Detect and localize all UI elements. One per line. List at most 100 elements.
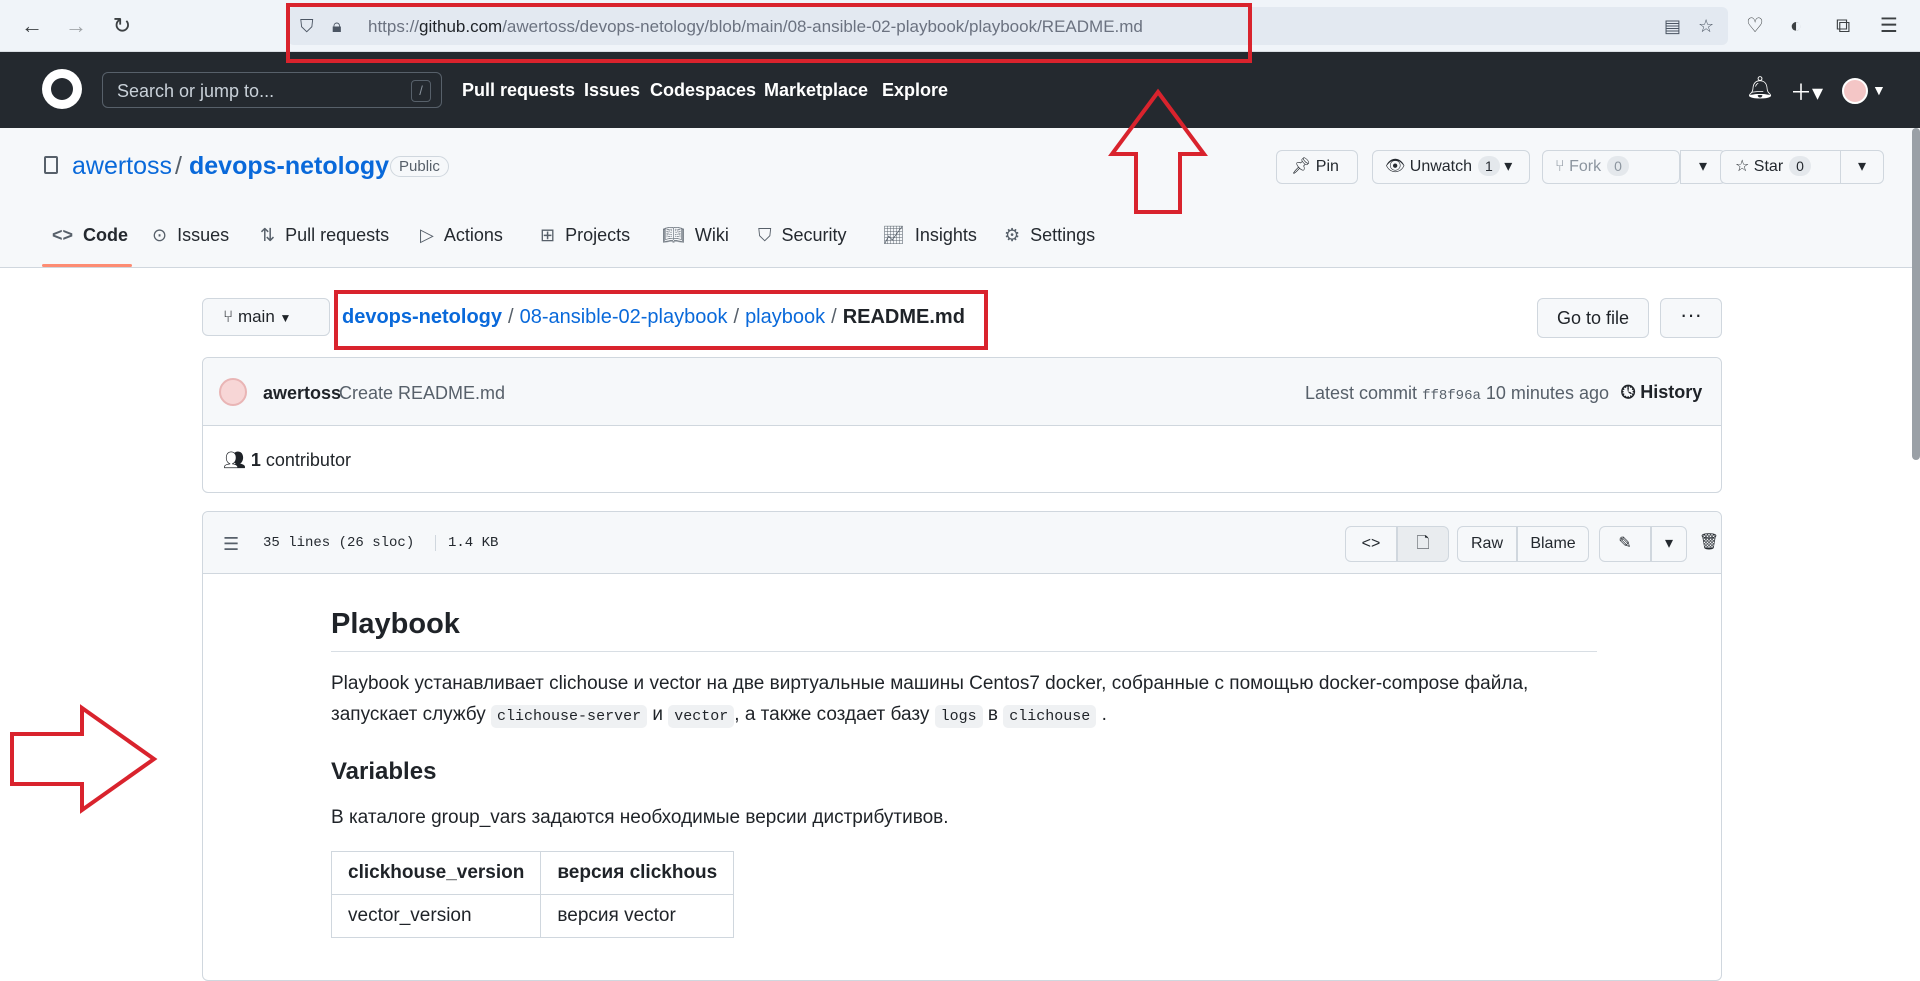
inline-code: logs xyxy=(934,705,983,728)
blame-button[interactable]: Blame xyxy=(1517,526,1589,562)
star-count: 0 xyxy=(1789,156,1811,176)
active-tab-indicator xyxy=(42,264,132,267)
fork-icon: ⑂ xyxy=(1555,158,1565,175)
nav-pull-requests[interactable]: Pull requests xyxy=(462,80,575,101)
latest-commit-row: awertoss Create README.md Latest commit … xyxy=(203,358,1721,426)
search-shortcut-badge: / xyxy=(411,80,431,102)
history-icon: 🕓︎ xyxy=(1621,382,1636,402)
commit-box: awertoss Create README.md Latest commit … xyxy=(202,357,1722,493)
table-cell: vector_version xyxy=(330,894,542,938)
reader-mode-icon[interactable]: ▤ xyxy=(1664,16,1681,37)
chevron-down-icon: ▾ xyxy=(1857,158,1867,175)
issue-icon: ⊙ xyxy=(152,225,168,245)
nav-marketplace[interactable]: Marketplace xyxy=(764,80,868,101)
table-of-contents-icon[interactable]: ☰ xyxy=(223,534,239,555)
code-view-button[interactable]: <> xyxy=(1345,526,1397,562)
pull-request-icon: ⇅ xyxy=(260,225,276,245)
tab-wiki[interactable]: 📖︎ Wiki xyxy=(662,225,729,246)
create-new-plus-icon[interactable]: ＋▾ xyxy=(1790,75,1823,107)
repo-owner-link[interactable]: awertoss xyxy=(72,152,172,181)
chevron-down-icon: ▾ xyxy=(1698,158,1708,175)
notifications-bell-icon[interactable]: 🔔︎ xyxy=(1746,75,1774,101)
nav-explore[interactable]: Explore xyxy=(882,80,948,101)
inline-code: clichouse xyxy=(1003,705,1097,728)
back-icon[interactable]: ← xyxy=(18,12,46,40)
star-dropdown-button[interactable]: ▾ xyxy=(1840,150,1884,184)
history-button[interactable]: 🕓︎ History xyxy=(1621,382,1702,403)
branch-name: main xyxy=(237,307,275,326)
repo-name-link[interactable]: devops-netology xyxy=(189,152,389,181)
inline-code: clichouse-server xyxy=(491,705,648,728)
go-to-file-button[interactable]: Go to file xyxy=(1537,298,1649,338)
search-input[interactable]: Search or jump to... / xyxy=(102,72,442,108)
chevron-down-icon[interactable]: ▼ xyxy=(1872,82,1886,98)
github-logo-icon[interactable] xyxy=(42,69,82,109)
code-icon: <> xyxy=(1361,535,1381,552)
shield-icon: ⛉ xyxy=(758,225,772,245)
nav-issues[interactable]: Issues xyxy=(584,80,640,101)
gear-icon: ⚙ xyxy=(1004,225,1021,245)
branch-selector[interactable]: ⑂ main ▼ xyxy=(202,298,330,336)
eye-icon: 👁︎ xyxy=(1385,158,1406,175)
file-line-count: 35 lines (26 sloc) xyxy=(263,535,415,551)
user-avatar[interactable] xyxy=(1842,78,1868,104)
inline-code: vector xyxy=(668,705,735,728)
forward-icon[interactable]: → xyxy=(62,12,90,40)
avatar[interactable] xyxy=(219,378,247,406)
pin-button[interactable]: 📌︎ Pin xyxy=(1276,150,1358,184)
page-scrollbar[interactable] xyxy=(1912,128,1920,460)
chevron-down-icon: ▾ xyxy=(1504,158,1513,175)
visibility-badge: Public xyxy=(390,156,449,177)
commit-author-link[interactable]: awertoss xyxy=(263,383,341,404)
star-button[interactable]: ☆ Star 0 xyxy=(1720,150,1850,184)
contributors-link[interactable]: 👥︎ 1 contributor xyxy=(223,450,351,471)
unwatch-count: 1 xyxy=(1478,156,1500,176)
more-options-button[interactable]: ··· xyxy=(1660,298,1722,338)
tab-code[interactable]: <> Code xyxy=(52,225,128,246)
code-icon: <> xyxy=(52,225,74,245)
nav-codespaces[interactable]: Codespaces xyxy=(650,80,756,101)
table-row: vector_version версия vector xyxy=(330,894,735,938)
pocket-icon[interactable]: ♡ xyxy=(1746,14,1764,38)
commit-time: 10 minutes ago xyxy=(1485,383,1609,403)
tab-projects[interactable]: ⊞ Projects xyxy=(540,225,630,246)
chevron-down-icon: ▾ xyxy=(1664,535,1674,552)
bookmark-star-icon[interactable]: ☆ xyxy=(1698,16,1714,37)
reload-icon[interactable]: ↻ xyxy=(108,12,136,40)
file-size: 1.4 KB xyxy=(435,535,498,551)
repo-header: awertoss / devops-netology Public 📌︎ Pin… xyxy=(0,128,1920,268)
readme-title: Playbook xyxy=(331,608,1597,652)
raw-button[interactable]: Raw xyxy=(1457,526,1517,562)
tab-pull-requests[interactable]: ⇅ Pull requests xyxy=(260,225,389,246)
github-header: Search or jump to... / Pull requests Iss… xyxy=(0,52,1920,128)
edit-dropdown-button[interactable]: ▾ xyxy=(1651,526,1687,562)
tab-actions[interactable]: ▷ Actions xyxy=(420,225,503,246)
tab-issues[interactable]: ⊙ Issues xyxy=(152,225,229,246)
trash-icon: 🗑︎ xyxy=(1698,534,1720,551)
readme-intro: Playbook устанавливает clichouse и vecto… xyxy=(331,668,1597,732)
latest-commit-info: Latest commit ff8f96a 10 minutes ago xyxy=(1305,383,1609,404)
fork-button[interactable]: ⑂ Fork 0 xyxy=(1542,150,1680,184)
tab-security[interactable]: ⛉ Security xyxy=(758,225,847,246)
commit-sha-link[interactable]: ff8f96a xyxy=(1422,388,1481,404)
tab-settings[interactable]: ⚙ Settings xyxy=(1004,225,1095,246)
fork-count: 0 xyxy=(1607,156,1629,176)
branch-icon: ⑂ xyxy=(223,307,234,326)
delete-button[interactable]: 🗑︎ xyxy=(1695,526,1723,562)
table-header-cell: clickhouse_version xyxy=(330,851,542,895)
preview-button[interactable]: 🗋︎ xyxy=(1397,526,1449,562)
tab-insights[interactable]: 📈︎ Insights xyxy=(882,225,977,246)
fork-label: Fork xyxy=(1569,158,1602,175)
edit-button[interactable]: ✎ xyxy=(1599,526,1651,562)
pencil-icon: ✎ xyxy=(1618,535,1632,552)
variables-table: clickhouse_version версия clickhous vect… xyxy=(330,851,735,938)
readme-content: Playbook Playbook устанавливает clichous… xyxy=(330,608,1597,938)
contrast-icon[interactable]: ◐ xyxy=(1790,14,1802,38)
book-icon: 📖︎ xyxy=(662,225,685,245)
commit-message-link[interactable]: Create README.md xyxy=(339,383,505,404)
up-arrow-annotation-icon xyxy=(1108,88,1208,214)
graph-icon: 📈︎ xyxy=(882,225,905,245)
extensions-icon[interactable]: ⧉ xyxy=(1836,14,1850,38)
unwatch-button[interactable]: 👁︎ Unwatch 1 ▾ xyxy=(1372,150,1530,184)
menu-icon[interactable]: ☰ xyxy=(1880,14,1898,38)
